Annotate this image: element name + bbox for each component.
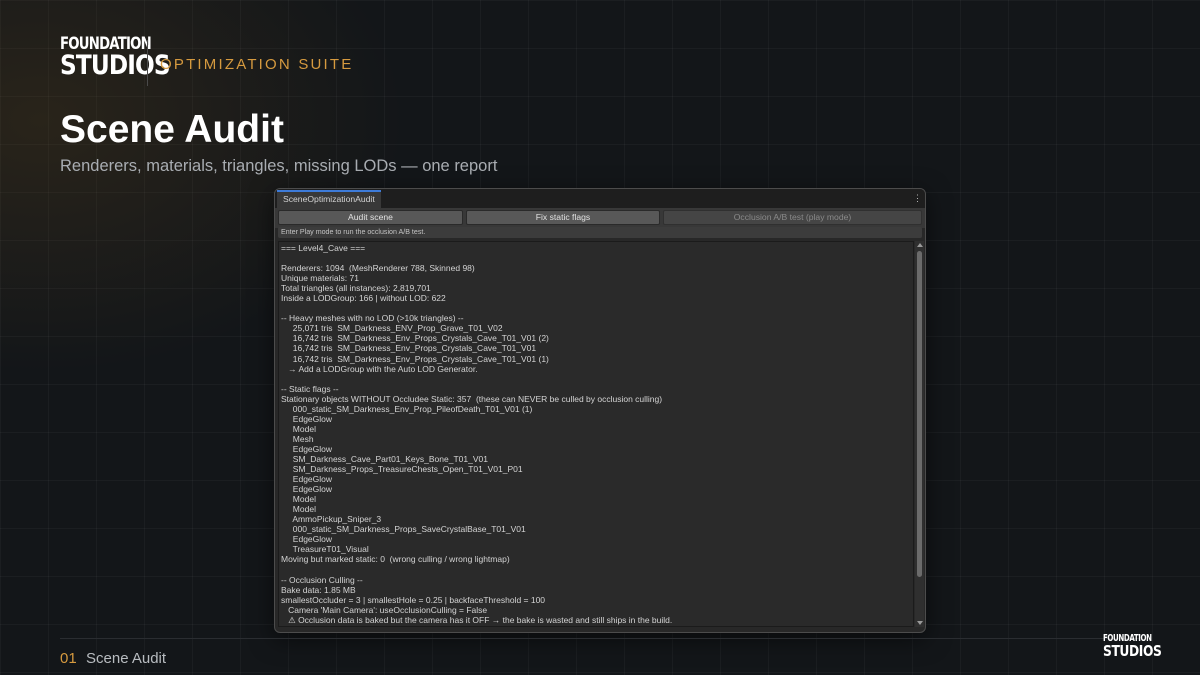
report-line: smallestOccluder = 3 | smallestHole = 0.… xyxy=(281,594,546,605)
report-line: AmmoPickup_Sniper_3 xyxy=(281,514,382,525)
slide-label: Scene Audit xyxy=(86,650,167,667)
report-line xyxy=(281,303,913,313)
report-line: EdgeGlow xyxy=(281,484,333,495)
page-subtitle: Renderers, materials, triangles, missing… xyxy=(60,157,498,175)
occlusion-ab-test-button[interactable]: Occlusion A/B test (play mode) xyxy=(663,210,922,225)
logo-line-2: STUDIOS xyxy=(60,50,171,81)
foundation-studios-logo: FOUNDATION STUDIOS xyxy=(60,36,171,81)
report-line: Model xyxy=(281,423,316,434)
action-toolbar: Audit scene Fix static flags Occlusion A… xyxy=(275,208,925,228)
report-line: SM_Darkness_Props_TreasureChests_Open_T0… xyxy=(281,464,523,475)
report-line xyxy=(281,253,913,263)
footer-divider xyxy=(60,638,1140,639)
footer-logo-line-2: STUDIOS xyxy=(1103,641,1162,660)
report-line: Camera 'Main Camera': useOcclusionCullin… xyxy=(281,604,488,615)
report-line: -- Static flags -- xyxy=(281,383,339,394)
report-line: 16,742 tris SM_Darkness_Env_Props_Crysta… xyxy=(281,343,537,354)
report-text-area[interactable]: === Level4_Cave === Renderers: 1094 (Mes… xyxy=(278,241,914,627)
scroll-down-arrow-icon[interactable] xyxy=(917,621,923,625)
report-line: → Add a LODGroup with the Auto LOD Gener… xyxy=(281,363,478,374)
scrollbar-thumb[interactable] xyxy=(917,251,922,577)
fix-static-flags-button[interactable]: Fix static flags xyxy=(466,210,660,225)
report-line: === Level4_Cave === xyxy=(281,243,366,253)
report-line: 16,742 tris SM_Darkness_Env_Props_Crysta… xyxy=(281,353,549,364)
report-line: Model xyxy=(281,504,316,515)
report-line: ⚠ Occlusion data is baked but the camera… xyxy=(281,614,673,625)
scene-audit-editor-window: SceneOptimizationAudit ⋮ Audit scene Fix… xyxy=(274,188,926,633)
scroll-up-arrow-icon[interactable] xyxy=(917,243,923,247)
report-line: EdgeGlow xyxy=(281,413,333,424)
report-line: EdgeGlow xyxy=(281,534,333,545)
report-text: === Level4_Cave === Renderers: 1094 (Mes… xyxy=(279,242,913,625)
report-line: 000_static_SM_Darkness_Props_SaveCrystal… xyxy=(281,524,526,535)
report-line: Unique materials: 71 xyxy=(281,273,359,284)
report-line: Inside a LODGroup: 166 | without LOD: 62… xyxy=(281,293,446,304)
report-line: Mesh xyxy=(281,433,314,444)
report-line: -- Occlusion Culling -- xyxy=(281,574,363,585)
report-line: Bake data: 1.85 MB xyxy=(281,584,356,595)
kebab-menu-icon[interactable]: ⋮ xyxy=(913,192,922,204)
tab-scene-optimization-audit[interactable]: SceneOptimizationAudit xyxy=(277,190,381,208)
footer-logo: FOUNDATION STUDIOS xyxy=(1103,634,1162,660)
report-line xyxy=(281,565,913,575)
report-line: Renderers: 1094 (MeshRenderer 788, Skinn… xyxy=(281,263,475,274)
audit-scene-button[interactable]: Audit scene xyxy=(278,210,463,225)
report-line xyxy=(281,374,913,384)
header-divider xyxy=(147,40,148,86)
report-line: -- Heavy meshes with no LOD (>10k triang… xyxy=(281,313,464,324)
report-line: TreasureT01_Visual xyxy=(281,544,369,555)
tab-strip: SceneOptimizationAudit ⋮ xyxy=(275,189,925,208)
report-line: Stationary objects WITHOUT Occludee Stat… xyxy=(281,393,663,404)
report-line: EdgeGlow xyxy=(281,474,333,485)
report-line: Model xyxy=(281,494,316,505)
report-line: 000_static_SM_Darkness_Env_Prop_PileofDe… xyxy=(281,403,533,414)
suite-label: OPTIMIZATION SUITE xyxy=(160,56,354,73)
report-line: EdgeGlow xyxy=(281,443,333,454)
page-title: Scene Audit xyxy=(60,108,284,151)
report-line: 25,071 tris SM_Darkness_ENV_Prop_Grave_T… xyxy=(281,323,503,334)
report-line: SM_Darkness_Cave_Part01_Keys_Bone_T01_V0… xyxy=(281,453,488,464)
report-line: 16,742 tris SM_Darkness_Env_Props_Crysta… xyxy=(281,333,549,344)
report-line: Total triangles (all instances): 2,819,7… xyxy=(281,283,431,294)
play-mode-help-box: Enter Play mode to run the occlusion A/B… xyxy=(278,227,922,238)
report-scrollbar[interactable] xyxy=(915,241,924,627)
report-line: Moving but marked static: 0 (wrong culli… xyxy=(281,554,510,565)
slide-number: 01 xyxy=(60,650,77,667)
